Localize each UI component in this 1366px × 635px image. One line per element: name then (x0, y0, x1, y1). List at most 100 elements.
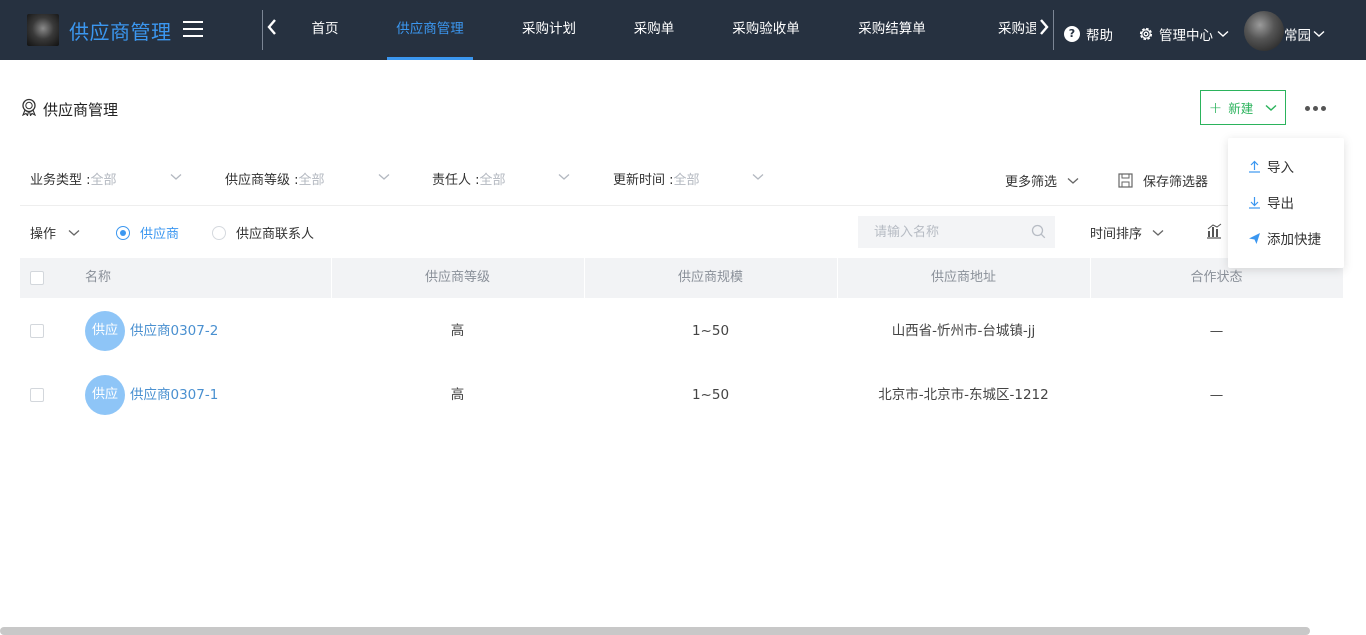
radio-supplier[interactable]: 供应商 (116, 223, 179, 242)
supplier-level: 高 (450, 387, 465, 403)
time-sort-dropdown[interactable]: 时间排序 (1090, 223, 1164, 242)
nav-scroll-right-icon[interactable] (1036, 17, 1052, 43)
new-button-label: 新建 (1228, 101, 1254, 116)
search-input[interactable] (858, 216, 1055, 248)
horizontal-scrollbar[interactable] (0, 627, 1310, 635)
menu-item-export[interactable]: 导出 (1248, 192, 1294, 212)
filter-owner[interactable]: 责任人 : 全部 (432, 169, 506, 188)
page-title: 供应商管理 (43, 101, 119, 119)
row-checkbox[interactable] (30, 388, 44, 402)
gear-icon (1139, 27, 1153, 41)
menu-item-import[interactable]: 导入 (1248, 156, 1294, 176)
admin-center-menu[interactable]: 管理中心 (1138, 24, 1234, 44)
filter-value: 全部 (673, 173, 700, 188)
help-icon: ? (1064, 26, 1080, 42)
column-header-scale[interactable]: 供应商规模 (584, 258, 837, 298)
operations-label: 操作 (30, 227, 57, 242)
new-button[interactable]: + 新建 (1200, 90, 1286, 125)
help-link[interactable]: ? 帮助 (1064, 24, 1113, 44)
chevron-down-icon[interactable] (170, 173, 182, 181)
app-logo (27, 14, 59, 46)
supplier-address: 北京市-北京市-东城区-1212 (878, 387, 1049, 403)
operations-dropdown[interactable]: 操作 (30, 223, 80, 242)
tab-purchase-order[interactable]: 采购单 (611, 0, 697, 60)
chevron-down-icon (1217, 30, 1229, 37)
supplier-name-link[interactable]: 供应商0307-2 (130, 299, 218, 363)
menu-item-add-shortcut[interactable]: 添加快捷 (1248, 228, 1321, 248)
user-avatar[interactable] (1244, 11, 1284, 51)
more-filters-button[interactable]: 更多筛选 (1005, 171, 1079, 190)
filter-value: 全部 (90, 173, 117, 188)
chevron-down-icon (1067, 177, 1079, 184)
filter-business-type[interactable]: 业务类型 : 全部 (30, 169, 117, 188)
menu-item-label: 导入 (1267, 160, 1294, 176)
table-row[interactable]: 供应 供应商0307-2 高 1~50 山西省-忻州市-台城镇-jj — (20, 299, 1343, 363)
radio-contact-label: 供应商联系人 (236, 227, 315, 242)
column-header-level[interactable]: 供应商等级 (331, 258, 584, 298)
chevron-down-icon (1152, 229, 1164, 236)
table-row[interactable]: 供应 供应商0307-1 高 1~50 北京市-北京市-东城区-1212 — (20, 363, 1343, 427)
user-menu[interactable]: 常园 (1284, 24, 1325, 44)
radio-dot (116, 225, 130, 240)
nav-divider (262, 10, 263, 50)
column-header-name[interactable]: 名称 (85, 258, 111, 298)
upload-icon (1249, 160, 1260, 173)
username-label: 常园 (1284, 28, 1311, 44)
filter-label: 责任人 : (432, 173, 480, 188)
filter-supplier-level[interactable]: 供应商等级 : 全部 (225, 169, 325, 188)
nav-scroll-left-icon[interactable] (264, 17, 280, 43)
table-header: 名称 供应商等级 供应商规模 供应商地址 合作状态 (20, 258, 1343, 298)
chevron-down-icon[interactable] (752, 173, 764, 181)
save-filter-button[interactable]: 保存筛选器 (1118, 171, 1208, 190)
menu-item-label: 导出 (1267, 196, 1294, 212)
chart-icon[interactable] (1206, 223, 1222, 239)
tab-purchase-acceptance[interactable]: 采购验收单 (723, 0, 809, 60)
admin-center-label: 管理中心 (1159, 28, 1213, 44)
filter-value: 全部 (479, 173, 506, 188)
radio-dot (212, 225, 226, 240)
filter-value: 全部 (298, 173, 325, 188)
cooperation-status: — (1209, 323, 1224, 339)
app-title: 供应商管理 (69, 20, 172, 44)
select-all-checkbox[interactable] (30, 271, 44, 285)
hamburger-menu-icon[interactable] (183, 21, 203, 37)
chevron-down-icon[interactable] (378, 173, 390, 181)
download-icon (1249, 196, 1260, 209)
chevron-down-icon (1313, 30, 1325, 37)
radio-supplier-contact[interactable]: 供应商联系人 (212, 223, 314, 242)
search-icon[interactable] (1031, 224, 1046, 239)
radio-supplier-label: 供应商 (140, 227, 180, 242)
tab-purchase-plan[interactable]: 采购计划 (506, 0, 592, 60)
supplier-name-link[interactable]: 供应商0307-1 (130, 363, 218, 427)
filter-label: 供应商等级 : (225, 173, 299, 188)
menu-item-label: 添加快捷 (1267, 232, 1321, 248)
nav-tabs: 首页 供应商管理 采购计划 采购单 采购验收单 采购结算单 采购退货 (282, 0, 1036, 60)
filter-divider (20, 205, 1343, 206)
supplier-badge-icon (22, 98, 36, 116)
sort-label: 时间排序 (1090, 227, 1143, 242)
nav-divider (1053, 10, 1054, 50)
filter-label: 业务类型 : (30, 173, 91, 188)
tab-purchase-settlement[interactable]: 采购结算单 (849, 0, 935, 60)
save-icon (1118, 173, 1133, 188)
supplier-level: 高 (450, 323, 465, 339)
filter-update-time[interactable]: 更新时间 : 全部 (613, 169, 700, 188)
more-options-icon[interactable] (1302, 99, 1328, 117)
send-icon (1249, 232, 1260, 244)
help-label: 帮助 (1086, 28, 1113, 44)
tab-supplier-management[interactable]: 供应商管理 (387, 0, 473, 60)
chevron-down-icon (1265, 104, 1277, 111)
tab-purchase-return[interactable]: 采购退货 (982, 0, 1036, 60)
supplier-address: 山西省-忻州市-台城镇-jj (891, 323, 1036, 339)
more-options-dropdown: 导入 导出 添加快捷 (1228, 138, 1344, 268)
column-header-address[interactable]: 供应商地址 (837, 258, 1090, 298)
save-filter-label: 保存筛选器 (1143, 175, 1209, 190)
top-navigation-bar: 供应商管理 首页 供应商管理 采购计划 采购单 采购验收单 采购结算单 采购退货… (0, 0, 1366, 60)
chevron-down-icon[interactable] (558, 173, 570, 181)
chevron-down-icon (68, 229, 80, 236)
plus-icon: + (1208, 98, 1223, 117)
filter-label: 更新时间 : (613, 173, 674, 188)
supplier-avatar: 供应 (85, 375, 125, 415)
tab-home[interactable]: 首页 (282, 0, 368, 60)
row-checkbox[interactable] (30, 324, 44, 338)
